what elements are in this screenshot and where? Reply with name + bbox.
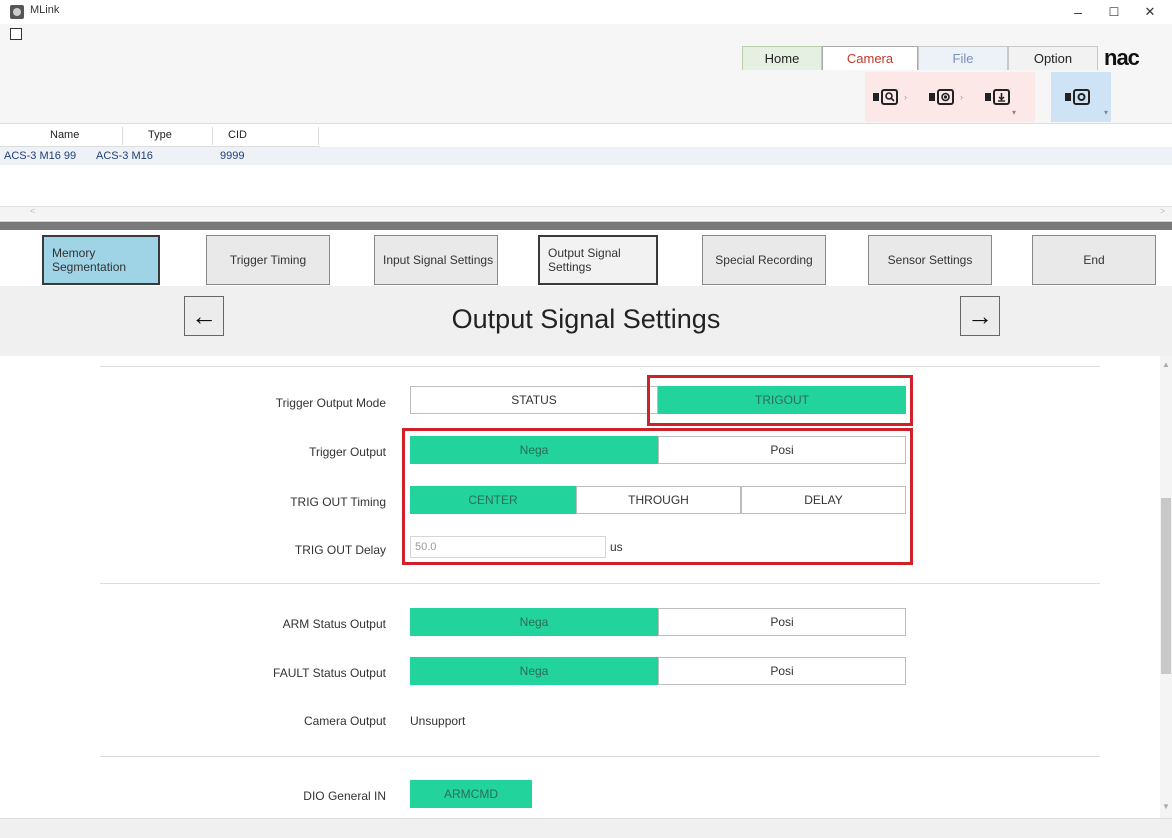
section-divider bbox=[100, 583, 1100, 584]
step-special-recording[interactable]: Special Recording bbox=[702, 235, 826, 285]
fault-status-output-label: FAULT Status Output bbox=[273, 666, 386, 680]
section-divider bbox=[100, 756, 1100, 757]
step-input-signal-settings[interactable]: Input Signal Settings bbox=[374, 235, 498, 285]
step-sensor-settings[interactable]: Sensor Settings bbox=[868, 235, 992, 285]
device-cid-cell: 9999 bbox=[220, 150, 245, 162]
camera-output-label: Camera Output bbox=[303, 714, 386, 728]
section-divider bbox=[100, 366, 1100, 367]
arm-status-output-label: ARM Status Output bbox=[282, 617, 386, 631]
chevron-right-icon: › bbox=[904, 92, 907, 102]
dropdown-indicator-icon[interactable]: ▾ bbox=[1104, 108, 1108, 117]
fault-status-output-nega-option[interactable]: Nega bbox=[410, 657, 658, 685]
brand-logo: nac bbox=[1104, 45, 1140, 70]
arm-status-output-nega-option[interactable]: Nega bbox=[410, 608, 658, 636]
trigger-output-mode-label: Trigger Output Mode bbox=[275, 396, 386, 410]
chevron-right-icon: › bbox=[960, 92, 963, 102]
step-output-signal-settings[interactable]: Output Signal Settings bbox=[538, 235, 658, 285]
column-header-cid[interactable]: CID bbox=[228, 129, 247, 141]
column-header-type[interactable]: Type bbox=[148, 129, 172, 141]
tab-home[interactable]: Home bbox=[742, 46, 822, 70]
title-bar bbox=[0, 0, 1172, 24]
scroll-down-icon[interactable]: ▼ bbox=[1162, 802, 1170, 811]
trig-out-delay-label: TRIG OUT Delay bbox=[294, 543, 386, 557]
minimize-button[interactable]: – bbox=[1060, 0, 1096, 24]
highlight-box bbox=[647, 375, 913, 426]
fault-status-output-posi-option[interactable]: Posi bbox=[658, 657, 906, 685]
device-name-cell: ACS-3 M16 99 bbox=[4, 150, 77, 162]
column-divider bbox=[212, 127, 213, 145]
tab-file[interactable]: File bbox=[918, 46, 1008, 70]
trig-out-timing-label: TRIG OUT Timing bbox=[290, 495, 386, 509]
trigger-output-mode-status-option[interactable]: STATUS bbox=[410, 386, 658, 414]
trigger-output-label: Trigger Output bbox=[309, 445, 386, 459]
tab-option[interactable]: Option bbox=[1008, 46, 1098, 70]
tab-camera[interactable]: Camera bbox=[822, 46, 918, 70]
step-trigger-timing[interactable]: Trigger Timing bbox=[206, 235, 330, 285]
arm-status-output-posi-option[interactable]: Posi bbox=[658, 608, 906, 636]
next-arrow-icon[interactable]: → bbox=[960, 296, 1000, 336]
camera-output-value: Unsupport bbox=[410, 714, 466, 728]
camera-settings-icon[interactable] bbox=[1064, 86, 1092, 108]
close-button[interactable]: ✕ bbox=[1132, 0, 1168, 24]
column-divider bbox=[318, 127, 319, 145]
step-memory-segmentation[interactable]: Memory Segmentation bbox=[42, 235, 160, 285]
status-bar bbox=[0, 818, 1172, 838]
step-end[interactable]: End bbox=[1032, 235, 1156, 285]
maximize-button[interactable]: ☐ bbox=[1096, 0, 1132, 24]
column-header-name[interactable]: Name bbox=[50, 129, 79, 141]
device-type-cell: ACS-3 M16 bbox=[96, 150, 153, 162]
camera-record-icon[interactable] bbox=[928, 86, 956, 108]
window-title: MLink bbox=[30, 4, 60, 16]
highlight-box bbox=[402, 428, 913, 565]
table-row[interactable] bbox=[0, 147, 1172, 165]
settings-panel bbox=[0, 356, 1160, 818]
column-divider bbox=[122, 127, 123, 145]
scroll-left-icon[interactable]: < bbox=[30, 206, 35, 216]
dropdown-indicator-icon[interactable]: ▾ bbox=[1012, 108, 1016, 117]
quick-access-checkbox[interactable] bbox=[10, 28, 22, 40]
horizontal-scrollbar[interactable] bbox=[0, 206, 1172, 220]
panel-splitter[interactable] bbox=[0, 222, 1172, 230]
app-icon bbox=[10, 5, 24, 19]
camera-save-icon[interactable] bbox=[984, 86, 1012, 108]
scrollbar-thumb[interactable] bbox=[1161, 498, 1171, 674]
dio-general-in-armcmd-option[interactable]: ARMCMD bbox=[410, 780, 532, 808]
dio-general-in-label: DIO General IN bbox=[303, 789, 386, 803]
scroll-right-icon[interactable]: > bbox=[1160, 206, 1165, 216]
camera-search-icon[interactable] bbox=[872, 86, 900, 108]
scroll-up-icon[interactable]: ▲ bbox=[1162, 360, 1170, 369]
